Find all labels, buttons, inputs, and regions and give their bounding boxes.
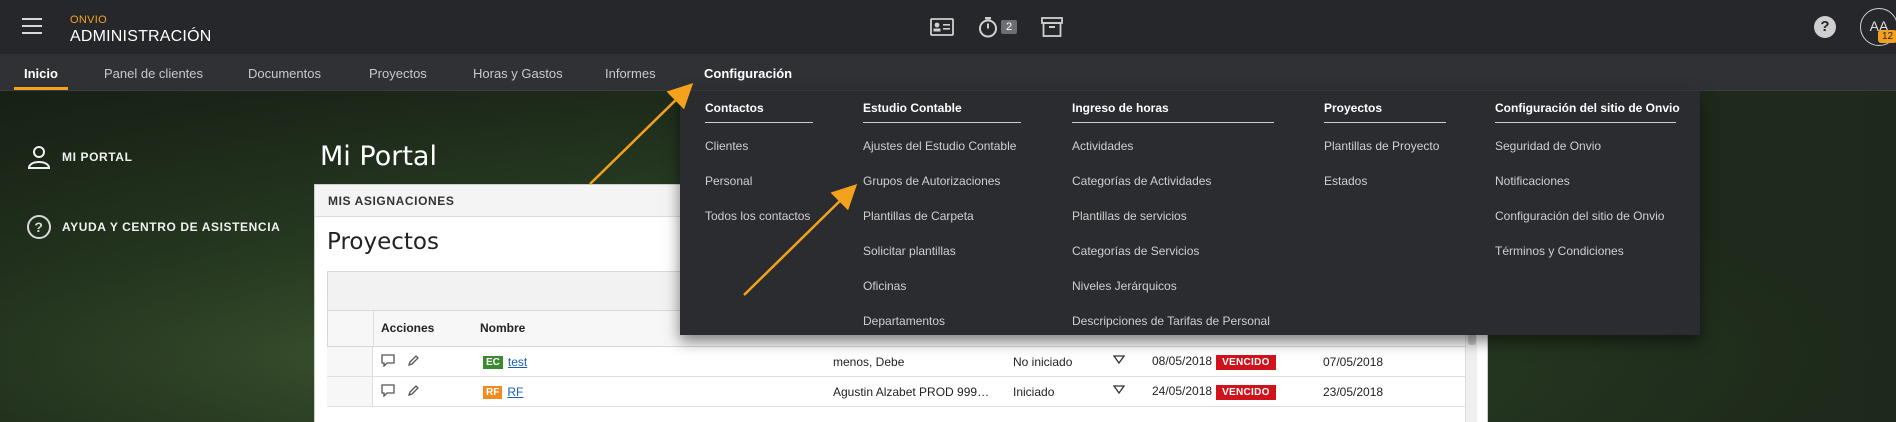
menu-column-estudio-contable: Estudio Contable Ajustes del Estudio Con… — [863, 101, 1021, 349]
archive-box-icon[interactable] — [1041, 16, 1064, 38]
menu-column-configuracion-sitio: Configuración del sitio de Onvio Segurid… — [1495, 101, 1680, 279]
project-type-tag: RF — [483, 386, 503, 400]
menu-item-solicitar-plantillas[interactable]: Solicitar plantillas — [863, 244, 1021, 279]
menu-item-todos-los-contactos[interactable]: Todos los contactos — [705, 209, 813, 244]
menu-item-oficinas[interactable]: Oficinas — [863, 279, 1021, 314]
due-date-cell: 08/05/2018 — [1152, 354, 1213, 368]
nav-configuracion[interactable]: Configuración — [704, 66, 792, 81]
menu-item-descripciones-tarifas[interactable]: Descripciones de Tarifas de Personal — [1072, 314, 1274, 349]
sidebar-item-label: AYUDA Y CENTRO DE ASISTENCIA — [62, 220, 281, 234]
chevron-down-icon[interactable] — [1112, 353, 1126, 368]
due-date-cell: 24/05/2018 — [1152, 384, 1213, 398]
menu-item-departamentos[interactable]: Departamentos — [863, 314, 1021, 349]
project-name-link[interactable]: test — [508, 355, 527, 369]
top-icons: 2 — [930, 15, 1064, 39]
top-bar: ONVIO ADMINISTRACIÓN 2 ? AA 12 — [0, 0, 1896, 54]
configuracion-dropdown-menu: Contactos Clientes Personal Todos los co… — [680, 91, 1700, 335]
comment-icon[interactable] — [381, 384, 395, 400]
nav-panel-de-clientes[interactable]: Panel de clientes — [104, 66, 203, 81]
nav-horas-y-gastos[interactable]: Horas y Gastos — [473, 66, 563, 81]
client-cell: Agustin Alzabet PROD 999… — [833, 385, 990, 399]
pencil-icon[interactable] — [407, 354, 420, 370]
menu-column-title: Ingreso de horas — [1072, 101, 1274, 123]
menu-item-estados[interactable]: Estados — [1324, 174, 1446, 209]
nav-documentos[interactable]: Documentos — [248, 66, 321, 81]
select-column — [328, 311, 374, 346]
nav-proyectos[interactable]: Proyectos — [369, 66, 427, 81]
client-cell: menos, Debe — [833, 355, 905, 369]
menu-column-contactos: Contactos Clientes Personal Todos los co… — [705, 101, 813, 244]
main-nav: Inicio Panel de clientes Documentos Proy… — [0, 54, 1896, 91]
chevron-down-icon[interactable] — [1112, 383, 1126, 398]
project-type-tag: EC — [483, 356, 503, 370]
menu-item-grupos-autorizaciones[interactable]: Grupos de Autorizaciones — [863, 174, 1021, 209]
pencil-icon[interactable] — [407, 384, 420, 400]
column-header-nombre[interactable]: Nombre — [480, 321, 525, 335]
menu-item-notificaciones[interactable]: Notificaciones — [1495, 174, 1676, 209]
menu-item-terminos-condiciones[interactable]: Términos y Condiciones — [1495, 244, 1676, 279]
comment-icon[interactable] — [381, 354, 395, 370]
status-badge: VENCIDO — [1216, 385, 1276, 400]
svg-text:?: ? — [34, 219, 43, 235]
menu-item-actividades[interactable]: Actividades — [1072, 139, 1274, 174]
brand-sub: ONVIO — [70, 14, 107, 26]
date-cell: 23/05/2018 — [1323, 385, 1384, 399]
menu-item-personal[interactable]: Personal — [705, 174, 813, 209]
menu-icon[interactable] — [22, 18, 42, 34]
menu-item-ajustes-estudio[interactable]: Ajustes del Estudio Contable — [863, 139, 1021, 174]
menu-item-configuracion-sitio[interactable]: Configuración del sitio de Onvio — [1495, 209, 1676, 244]
column-header-acciones[interactable]: Acciones — [381, 321, 434, 335]
menu-item-plantillas-carpeta[interactable]: Plantillas de Carpeta — [863, 209, 1021, 244]
menu-item-plantillas-servicios[interactable]: Plantillas de servicios — [1072, 209, 1274, 244]
menu-item-categorias-actividades[interactable]: Categorías de Actividades — [1072, 174, 1274, 209]
avatar-badge: 12 — [1878, 30, 1896, 43]
row-select[interactable] — [327, 347, 373, 376]
status-badge: VENCIDO — [1216, 355, 1276, 370]
menu-item-categorias-servicios[interactable]: Categorías de Servicios — [1072, 244, 1274, 279]
table-row[interactable]: RF RF Agustin Alzabet PROD 999… Iniciado … — [327, 377, 1477, 407]
page-title: Mi Portal — [320, 141, 437, 172]
menu-column-proyectos: Proyectos Plantillas de Proyecto Estados — [1324, 101, 1446, 209]
person-icon — [27, 146, 51, 169]
contact-card-icon[interactable] — [930, 16, 954, 38]
menu-item-niveles-jerarquicos[interactable]: Niveles Jerárquicos — [1072, 279, 1274, 314]
status-cell: No iniciado — [1013, 355, 1073, 369]
project-name-link[interactable]: RF — [507, 385, 523, 399]
nav-inicio[interactable]: Inicio — [24, 66, 58, 81]
nav-informes[interactable]: Informes — [605, 66, 656, 81]
sidebar-item-help[interactable]: ? AYUDA Y CENTRO DE ASISTENCIA — [26, 214, 280, 240]
menu-column-title: Proyectos — [1324, 101, 1446, 123]
date-cell: 07/05/2018 — [1323, 355, 1384, 369]
sidebar-item-mi-portal[interactable]: MI PORTAL — [26, 144, 133, 170]
card-title: Proyectos — [327, 229, 439, 255]
stopwatch-icon[interactable]: 2 — [978, 16, 1018, 38]
menu-item-clientes[interactable]: Clientes — [705, 139, 813, 174]
timer-count-badge: 2 — [1001, 20, 1018, 34]
menu-item-seguridad-onvio[interactable]: Seguridad de Onvio — [1495, 139, 1676, 174]
table-row[interactable]: EC test menos, Debe No iniciado 08/05/201… — [327, 347, 1477, 377]
menu-column-title: Configuración del sitio de Onvio — [1495, 101, 1680, 123]
help-icon[interactable]: ? — [1814, 16, 1836, 38]
menu-column-ingreso-de-horas: Ingreso de horas Actividades Categorías … — [1072, 101, 1274, 349]
brand-title: ADMINISTRACIÓN — [70, 28, 212, 45]
menu-column-title: Estudio Contable — [863, 101, 1021, 123]
active-nav-indicator — [14, 87, 68, 90]
row-select[interactable] — [327, 377, 373, 406]
status-cell: Iniciado — [1013, 385, 1055, 399]
sidebar-item-label: MI PORTAL — [62, 150, 133, 164]
menu-column-title: Contactos — [705, 101, 813, 123]
menu-item-plantillas-proyecto[interactable]: Plantillas de Proyecto — [1324, 139, 1446, 174]
question-circle-icon: ? — [27, 215, 51, 239]
